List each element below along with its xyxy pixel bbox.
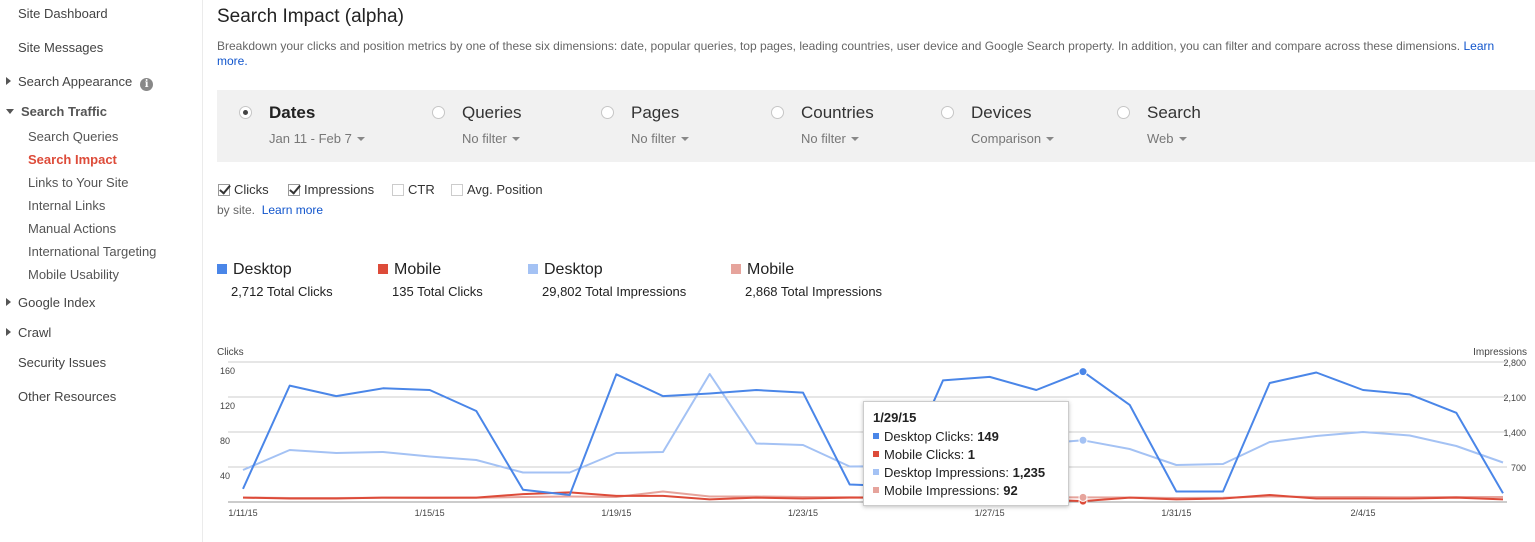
- y-left-tick-label: 120: [220, 401, 235, 411]
- tooltip-row: Mobile Impressions: 92: [873, 483, 1059, 501]
- y-right-tick-label: 700: [1511, 463, 1526, 473]
- y-left-tick-label: 40: [220, 471, 230, 481]
- x-tick-label: 1/23/15: [788, 508, 818, 518]
- x-tick-label: 1/31/15: [1161, 508, 1191, 518]
- tooltip-label: Mobile Clicks:: [884, 447, 968, 462]
- tooltip-swatch: [873, 451, 879, 457]
- y-right-tick-label: 1,400: [1503, 428, 1526, 438]
- x-tick-label: 2/4/15: [1350, 508, 1375, 518]
- tooltip-row: Mobile Clicks: 1: [873, 447, 1059, 465]
- highlight-point: [1078, 367, 1088, 377]
- tooltip-date: 1/29/15: [873, 410, 917, 425]
- highlight-point: [1078, 492, 1088, 502]
- tooltip-swatch: [873, 469, 879, 475]
- y-right-tick-label: 2,800: [1503, 358, 1526, 368]
- tooltip-value: 92: [1003, 483, 1018, 498]
- chart-tooltip: 1/29/15 Desktop Clicks: 149 Mobile Click…: [863, 401, 1069, 506]
- clicks-impressions-line-chart[interactable]: 40 80 120 160 700 1,400 2,100 2,800 1/11/15 1/15/…: [0, 0, 1535, 542]
- highlight-point: [1078, 435, 1088, 445]
- tooltip-row: Desktop Clicks: 149: [873, 429, 1059, 447]
- x-tick-label: 1/15/15: [415, 508, 445, 518]
- x-tick-label: 1/11/15: [228, 508, 257, 518]
- tooltip-label: Mobile Impressions:: [884, 483, 1004, 498]
- tooltip-label: Desktop Clicks:: [884, 429, 978, 444]
- tooltip-value: 149: [977, 429, 999, 444]
- tooltip-swatch: [873, 433, 879, 439]
- tooltip-swatch: [873, 487, 879, 493]
- tooltip-row: Desktop Impressions: 1,235: [873, 465, 1059, 483]
- x-tick-label: 1/19/15: [601, 508, 631, 518]
- x-tick-label: 1/27/15: [975, 508, 1005, 518]
- y-left-tick-label: 160: [220, 366, 235, 376]
- y-left-tick-label: 80: [220, 436, 230, 446]
- tooltip-value: 1,235: [1012, 465, 1046, 480]
- tooltip-value: 1: [967, 447, 976, 462]
- tooltip-label: Desktop Impressions:: [884, 465, 1013, 480]
- y-right-tick-label: 2,100: [1503, 393, 1526, 403]
